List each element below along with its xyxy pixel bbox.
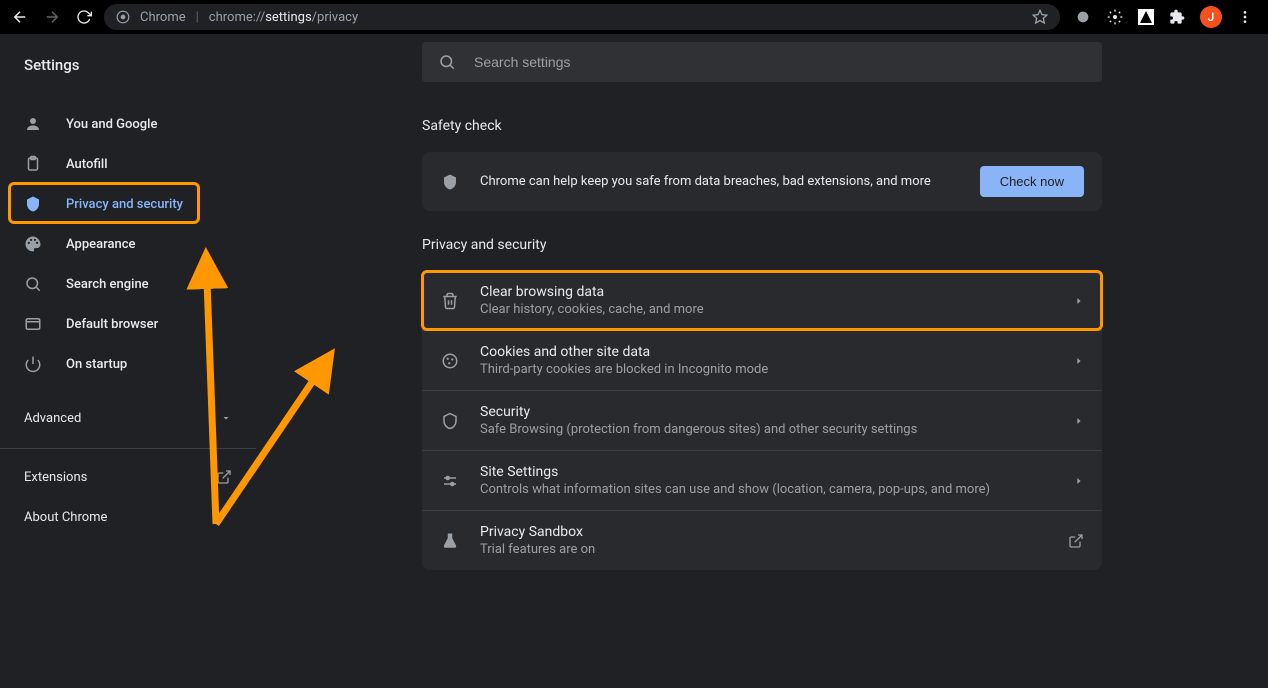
chevron-right-icon: [1074, 356, 1084, 366]
row-subtitle: Clear history, cookies, cache, and more: [480, 302, 1054, 317]
trash-icon: [440, 292, 460, 310]
content-wrapper: Safety check Chrome can help keep you sa…: [422, 118, 1102, 596]
row-security[interactable]: Security Safe Browsing (protection from …: [422, 391, 1102, 451]
address-url: chrome://settings/privacy: [209, 10, 358, 25]
search-icon: [438, 53, 456, 71]
extension-icons: J: [1068, 6, 1260, 28]
nav-list: You and Google Autofill Privacy and secu…: [0, 94, 256, 384]
sidebar-extensions[interactable]: Extensions: [0, 457, 256, 497]
row-site-settings[interactable]: Site Settings Controls what information …: [422, 451, 1102, 511]
check-now-button[interactable]: Check now: [980, 166, 1084, 197]
address-bar[interactable]: Chrome | chrome://settings/privacy: [104, 4, 1060, 30]
power-icon: [24, 355, 44, 373]
person-icon: [24, 115, 44, 133]
row-text: Security Safe Browsing (protection from …: [480, 404, 1054, 437]
sidebar-item-label: On startup: [66, 357, 127, 372]
gear-icon[interactable]: [1106, 8, 1124, 26]
flask-icon: [440, 532, 460, 550]
row-title: Cookies and other site data: [480, 344, 1054, 360]
row-subtitle: Controls what information sites can use …: [480, 482, 1054, 497]
row-title: Clear browsing data: [480, 284, 1054, 300]
sidebar-extensions-label: Extensions: [24, 470, 87, 485]
row-text: Privacy Sandbox Trial features are on: [480, 524, 1048, 557]
profile-avatar[interactable]: J: [1200, 6, 1222, 28]
extensions-puzzle-icon[interactable]: [1168, 8, 1186, 26]
sidebar-item-privacy-and-security[interactable]: Privacy and security: [0, 184, 244, 224]
row-subtitle: Third-party cookies are blocked in Incog…: [480, 362, 1054, 377]
palette-icon: [24, 235, 44, 253]
row-text: Site Settings Controls what information …: [480, 464, 1054, 497]
external-link-icon: [1068, 533, 1084, 549]
back-button[interactable]: [8, 5, 32, 29]
browser-toolbar: Chrome | chrome://settings/privacy J: [0, 0, 1268, 34]
browser-window-icon: [24, 315, 44, 333]
shield-icon: [440, 412, 460, 430]
sliders-icon: [440, 472, 460, 490]
row-cookies[interactable]: Cookies and other site data Third-party …: [422, 331, 1102, 391]
row-clear-browsing-data[interactable]: Clear browsing data Clear history, cooki…: [422, 271, 1102, 331]
chevron-right-icon: [1074, 476, 1084, 486]
sidebar-item-label: Default browser: [66, 317, 158, 332]
kebab-menu-icon[interactable]: [1236, 8, 1254, 26]
sidebar-item-label: You and Google: [66, 117, 157, 132]
sidebar-item-autofill[interactable]: Autofill: [0, 144, 244, 184]
sidebar-advanced[interactable]: Advanced: [0, 398, 256, 438]
safety-check-card: Chrome can help keep you safe from data …: [422, 152, 1102, 211]
sidebar-item-default-browser[interactable]: Default browser: [0, 304, 244, 344]
row-title: Security: [480, 404, 1054, 420]
main-content: Safety check Chrome can help keep you sa…: [256, 34, 1268, 688]
row-title: Privacy Sandbox: [480, 524, 1048, 540]
privacy-section-heading: Privacy and security: [422, 237, 1102, 253]
cookie-icon: [440, 352, 460, 370]
sidebar: Settings You and Google Autofill Privacy…: [0, 34, 256, 688]
chrome-logo-icon: [116, 10, 130, 24]
sidebar-item-label: Search engine: [66, 277, 149, 292]
sidebar-item-you-and-google[interactable]: You and Google: [0, 104, 244, 144]
sidebar-item-label: Appearance: [66, 237, 135, 252]
row-subtitle: Safe Browsing (protection from dangerous…: [480, 422, 1054, 437]
row-privacy-sandbox[interactable]: Privacy Sandbox Trial features are on: [422, 511, 1102, 570]
privacy-list-card: Clear browsing data Clear history, cooki…: [422, 271, 1102, 570]
row-text: Clear browsing data Clear history, cooki…: [480, 284, 1054, 317]
search-settings-input[interactable]: [474, 54, 1086, 70]
sidebar-item-on-startup[interactable]: On startup: [0, 344, 244, 384]
external-link-icon: [216, 469, 232, 485]
sidebar-item-search-engine[interactable]: Search engine: [0, 264, 244, 304]
extension-icon-1[interactable]: [1074, 8, 1092, 26]
chevron-down-icon: [220, 412, 232, 424]
reload-button[interactable]: [72, 5, 96, 29]
bookmark-star-icon[interactable]: [1032, 9, 1048, 25]
sidebar-advanced-label: Advanced: [24, 411, 81, 426]
row-subtitle: Trial features are on: [480, 542, 1048, 557]
row-title: Site Settings: [480, 464, 1054, 480]
forward-button[interactable]: [40, 5, 64, 29]
address-divider: |: [196, 10, 199, 25]
safety-check-heading: Safety check: [422, 118, 1102, 134]
shield-icon: [440, 173, 460, 191]
extension-icon-3[interactable]: [1138, 9, 1154, 25]
sidebar-item-label: Autofill: [66, 157, 108, 172]
sidebar-divider: [0, 448, 256, 449]
safety-check-row: Chrome can help keep you safe from data …: [422, 152, 1102, 211]
shield-icon: [24, 195, 44, 213]
chevron-right-icon: [1074, 416, 1084, 426]
safety-check-text: Chrome can help keep you safe from data …: [480, 174, 960, 189]
sidebar-about-label: About Chrome: [24, 510, 107, 525]
settings-page: Settings You and Google Autofill Privacy…: [0, 34, 1268, 688]
address-site-label: Chrome: [140, 10, 186, 25]
sidebar-item-appearance[interactable]: Appearance: [0, 224, 244, 264]
row-text: Cookies and other site data Third-party …: [480, 344, 1054, 377]
search-icon: [24, 275, 44, 293]
chevron-right-icon: [1074, 296, 1084, 306]
search-settings-bar[interactable]: [422, 42, 1102, 82]
settings-title: Settings: [0, 56, 256, 94]
sidebar-item-label: Privacy and security: [66, 197, 183, 212]
sidebar-about-chrome[interactable]: About Chrome: [0, 497, 256, 537]
clipboard-icon: [24, 155, 44, 173]
